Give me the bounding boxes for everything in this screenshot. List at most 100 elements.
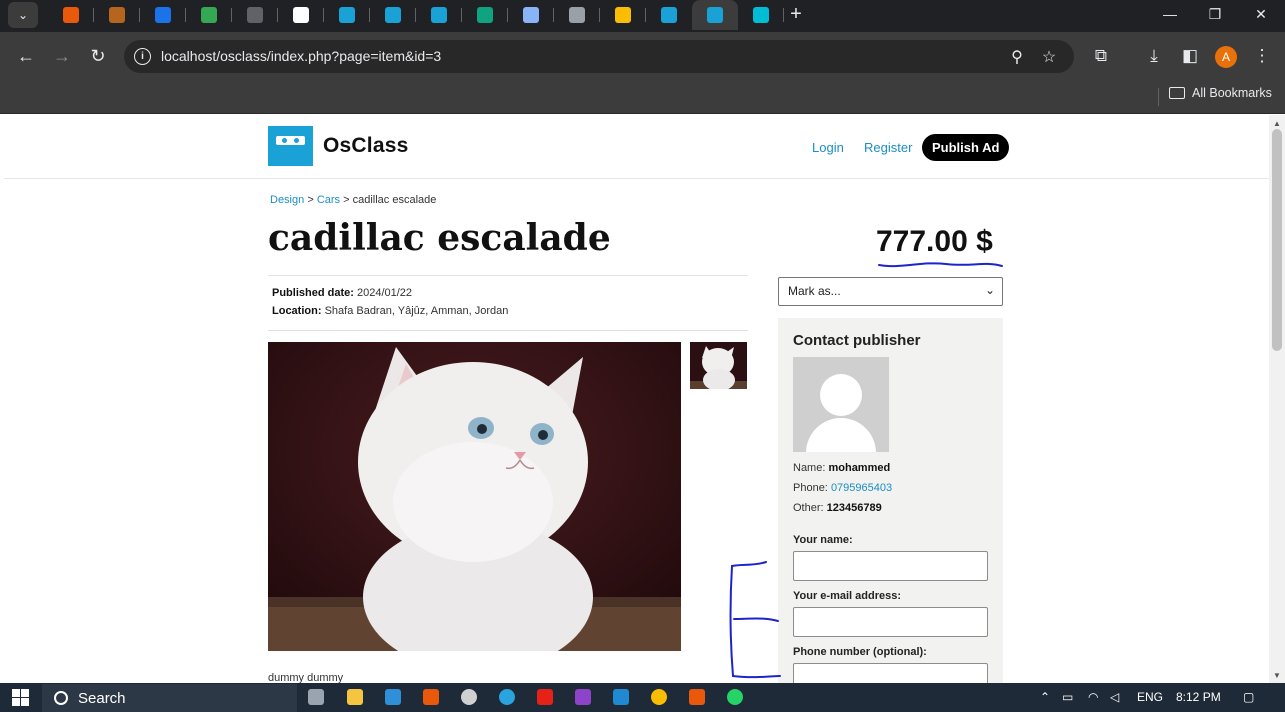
- browser-tab[interactable]: [94, 0, 140, 30]
- scroll-down-icon[interactable]: ▼: [1273, 671, 1281, 680]
- url-text[interactable]: localhost/osclass/index.php?page=item&id…: [161, 48, 441, 64]
- browser-tab[interactable]: [370, 0, 416, 30]
- browser-tab[interactable]: [600, 0, 646, 30]
- all-bookmarks-label: All Bookmarks: [1192, 86, 1272, 100]
- user-avatar-icon: [793, 357, 889, 452]
- vscode-icon[interactable]: [613, 689, 629, 705]
- tab-favicon-icon: [707, 7, 723, 23]
- page-scrollbar[interactable]: ▲ ▼: [1269, 115, 1285, 683]
- email-input[interactable]: [793, 607, 988, 637]
- email-label: Your e-mail address:: [793, 590, 901, 602]
- browser-tab[interactable]: [140, 0, 186, 30]
- breadcrumb-current: cadillac escalade: [352, 194, 437, 206]
- taskbar-search[interactable]: Search: [42, 684, 297, 712]
- battery-icon[interactable]: ▭: [1062, 690, 1073, 704]
- minimize-button[interactable]: —: [1147, 0, 1193, 28]
- phone-link[interactable]: 0795965403: [831, 482, 892, 494]
- reload-button[interactable]: ↻: [86, 44, 110, 68]
- bookmark-star-icon[interactable]: ☆: [1039, 47, 1059, 67]
- forward-button[interactable]: →: [50, 44, 74, 68]
- bookmarks-bar: All Bookmarks: [0, 80, 1285, 114]
- browser-tab[interactable]: [738, 0, 784, 30]
- tabs-row: [48, 0, 784, 30]
- phone-optional-input[interactable]: [793, 663, 988, 683]
- logo-mark-icon: [268, 126, 313, 166]
- wifi-icon[interactable]: ◠: [1088, 690, 1098, 704]
- windows-taskbar: Search ⌃ ▭ ◠ ◁ ENG 8:12 PM ▢: [0, 683, 1285, 712]
- xampp-icon[interactable]: [689, 689, 705, 705]
- telegram-icon[interactable]: [499, 689, 515, 705]
- browser-tab[interactable]: [186, 0, 232, 30]
- browser-tab[interactable]: [48, 0, 94, 30]
- scrollbar-thumb[interactable]: [1272, 129, 1282, 351]
- whatsapp-icon[interactable]: [727, 689, 743, 705]
- tray-chevron-icon[interactable]: ⌃: [1040, 690, 1050, 704]
- file-explorer-icon[interactable]: [347, 689, 363, 705]
- site-info-icon[interactable]: i: [134, 48, 151, 65]
- tab-favicon-icon: [385, 7, 401, 23]
- bookmarks-separator: [1158, 88, 1159, 106]
- page-viewport: OsClass Login Register Publish Ad Design…: [4, 115, 1269, 683]
- tab-favicon-icon: [201, 7, 217, 23]
- browser-tab[interactable]: [508, 0, 554, 30]
- mark-as-select[interactable]: Mark as... ⌄: [778, 277, 1003, 306]
- app-icon[interactable]: [423, 689, 439, 705]
- profile-avatar[interactable]: A: [1215, 46, 1237, 68]
- side-panel-icon[interactable]: ◧: [1178, 44, 1202, 68]
- volume-icon[interactable]: ◁: [1110, 690, 1119, 704]
- browser-tab[interactable]: [324, 0, 370, 30]
- zoom-icon[interactable]: ⚲: [1007, 47, 1027, 67]
- form-bracket-annotation: [729, 561, 781, 679]
- scroll-up-icon[interactable]: ▲: [1273, 119, 1281, 128]
- tab-search-button[interactable]: ⌄: [8, 2, 38, 28]
- published-date: Published date: 2024/01/22: [272, 287, 413, 299]
- breadcrumb-design[interactable]: Design: [270, 194, 304, 206]
- login-link[interactable]: Login: [812, 140, 844, 155]
- register-link[interactable]: Register: [864, 140, 912, 155]
- tab-favicon-icon: [753, 7, 769, 23]
- extensions-icon[interactable]: ⧉: [1089, 44, 1113, 68]
- item-thumbnail[interactable]: [690, 342, 747, 389]
- browser-tab[interactable]: [232, 0, 278, 30]
- breadcrumb-separator: >: [307, 194, 314, 206]
- back-button[interactable]: ←: [14, 44, 38, 68]
- tab-favicon-icon: [247, 7, 263, 23]
- title-divider: [268, 275, 748, 276]
- site-logo[interactable]: OsClass: [268, 126, 408, 166]
- tab-favicon-icon: [293, 7, 309, 23]
- menu-icon[interactable]: ⋮: [1250, 44, 1274, 68]
- tab-favicon-icon: [661, 7, 677, 23]
- tab-favicon-icon: [339, 7, 355, 23]
- browser-tab[interactable]: [462, 0, 508, 30]
- browser-tab[interactable]: [554, 0, 600, 30]
- price-underline-annotation: [878, 262, 1003, 268]
- all-bookmarks-button[interactable]: All Bookmarks: [1169, 86, 1272, 100]
- task-view-icon[interactable]: [308, 689, 324, 705]
- browser-tab[interactable]: [646, 0, 692, 30]
- your-name-label: Your name:: [793, 534, 853, 546]
- publish-ad-button[interactable]: Publish Ad: [922, 134, 1010, 161]
- browser-tab[interactable]: [278, 0, 324, 30]
- youtube-icon[interactable]: [537, 689, 553, 705]
- item-price: 777.00 $: [876, 225, 993, 258]
- notifications-icon[interactable]: ▢: [1243, 690, 1254, 704]
- settings-icon[interactable]: [461, 689, 477, 705]
- breadcrumb-cars[interactable]: Cars: [317, 194, 340, 206]
- windows-start-icon[interactable]: [12, 689, 29, 706]
- restore-button[interactable]: ❐: [1192, 0, 1238, 28]
- visual-studio-icon[interactable]: [575, 689, 591, 705]
- address-bar[interactable]: i localhost/osclass/index.php?page=item&…: [124, 40, 1074, 73]
- browser-tab[interactable]: [692, 0, 738, 30]
- clock[interactable]: 8:12 PM: [1176, 690, 1221, 704]
- downloads-icon[interactable]: ⤓: [1142, 44, 1166, 68]
- item-main-photo[interactable]: [268, 342, 681, 651]
- chevron-down-icon: ⌄: [984, 283, 995, 297]
- browser-tab[interactable]: [416, 0, 462, 30]
- app-icon[interactable]: [385, 689, 401, 705]
- close-window-button[interactable]: ✕: [1238, 0, 1284, 28]
- new-tab-button[interactable]: +: [784, 2, 808, 26]
- item-description: dummy dummy: [268, 672, 344, 683]
- chrome-icon[interactable]: [651, 689, 667, 705]
- language-indicator[interactable]: ENG: [1137, 690, 1163, 704]
- your-name-input[interactable]: [793, 551, 988, 581]
